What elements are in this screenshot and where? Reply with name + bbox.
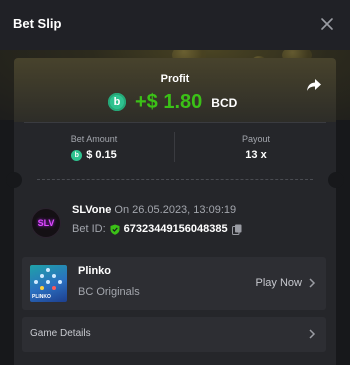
- copy-icon[interactable]: [231, 224, 242, 235]
- game-thumbnail: PLINKO: [30, 265, 67, 302]
- bet-id-line: Bet ID: 67323449156048385: [72, 223, 242, 235]
- bet-id-value: 67323449156048385: [123, 223, 228, 235]
- thumbnail-text: PLINKO: [32, 294, 51, 300]
- avatar-text: SLV: [37, 218, 55, 228]
- game-name: Plinko: [78, 265, 112, 277]
- profit-amount: +$ 1.80: [135, 90, 203, 113]
- thumbnail-dot: [40, 286, 44, 290]
- bet-card: Profit b +$ 1.80 BCD Bet Amount b $ 0.15…: [6, 58, 344, 365]
- payout-value: 13 x: [245, 149, 267, 161]
- bet-id-label: Bet ID:: [72, 223, 106, 235]
- bet-user-line: SLVone On 26.05.2023, 13:09:19: [72, 204, 236, 216]
- divider: [24, 122, 326, 123]
- bcd-coin-icon: b: [108, 93, 126, 111]
- modal-header: Bet Slip: [0, 0, 350, 50]
- modal-title: Bet Slip: [13, 16, 62, 31]
- bet-amount-value: $ 0.15: [86, 149, 117, 161]
- thumbnail-dot: [46, 280, 50, 284]
- divider: [174, 132, 175, 162]
- shield-check-icon: [110, 224, 120, 235]
- game-details-row[interactable]: Game Details: [22, 317, 326, 352]
- game-details-label: Game Details: [30, 328, 91, 339]
- bet-time: On 26.05.2023, 13:09:19: [114, 204, 237, 216]
- thumbnail-dot: [40, 274, 44, 278]
- ticket-cutout: [328, 172, 344, 188]
- profit-label: Profit: [160, 73, 190, 85]
- bet-amount-label: Bet Amount: [70, 134, 118, 144]
- profit-section: Profit b +$ 1.80 BCD: [14, 58, 336, 122]
- game-provider: BC Originals: [78, 286, 140, 298]
- profit-row: b +$ 1.80 BCD: [108, 89, 237, 115]
- payout-stat: Payout 13 x: [176, 134, 336, 161]
- ticket-cutout: [6, 172, 22, 188]
- payout-label: Payout: [241, 134, 271, 144]
- share-arrow-icon[interactable]: [306, 78, 322, 92]
- chevron-right-icon: [309, 278, 316, 288]
- thumbnail-dot: [46, 268, 50, 272]
- play-now-button[interactable]: Play Now: [256, 277, 302, 289]
- bet-amount-stat: Bet Amount b $ 0.15: [14, 134, 174, 161]
- avatar[interactable]: SLV: [31, 208, 61, 238]
- game-row[interactable]: PLINKO Plinko BC Originals Play Now: [22, 257, 326, 310]
- username[interactable]: SLVone: [72, 204, 111, 216]
- profit-currency: BCD: [211, 96, 238, 110]
- thumbnail-dot: [52, 274, 56, 278]
- chevron-right-icon: [309, 329, 316, 339]
- thumbnail-dot: [52, 286, 56, 290]
- bcd-coin-icon: b: [71, 149, 83, 161]
- thumbnail-dot: [34, 280, 38, 284]
- thumbnail-dot: [58, 280, 62, 284]
- close-icon[interactable]: [320, 17, 334, 31]
- dashed-divider: [37, 179, 313, 180]
